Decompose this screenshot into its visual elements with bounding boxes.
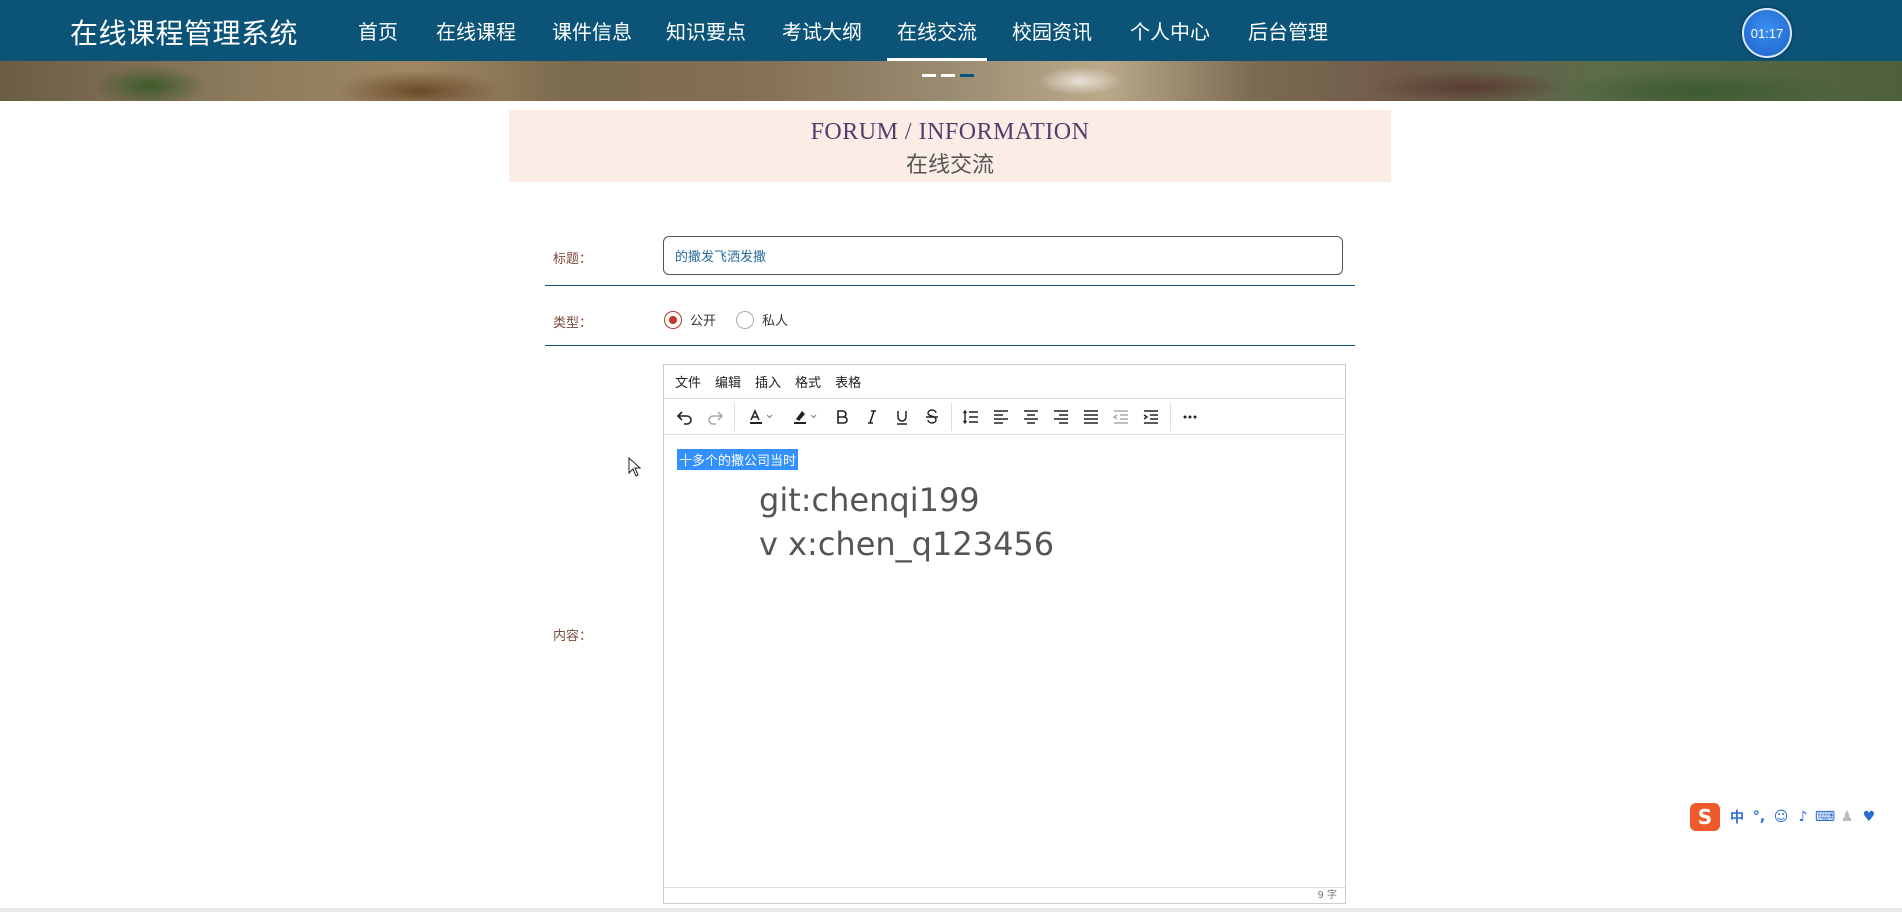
radio-label-public: 公开 (690, 314, 717, 329)
sogou-logo-icon[interactable]: S (1690, 803, 1720, 831)
ime-toolbar: S 中 °, ☺ ♪ ⌨ ♟ ♥ (1690, 801, 1902, 833)
section-title-en: FORUM / INFORMATION (810, 119, 1090, 145)
type-radio-private[interactable]: 私人 (736, 310, 788, 329)
toolbar-divider (951, 402, 952, 431)
nav-item-knowledge[interactable]: 知识要点 (666, 16, 746, 45)
editor-content-area[interactable]: 十多个的撒公司当时 git:chenqi199 v x:chen_q123456 (664, 435, 1345, 880)
content-label: 内容： (553, 629, 593, 644)
section-header: FORUM / INFORMATION 在线交流 (509, 110, 1391, 182)
nav-item-forum[interactable]: 在线交流 (887, 16, 987, 61)
menu-format[interactable]: 格式 (795, 372, 821, 391)
chinese-mode-icon[interactable]: 中 (1726, 806, 1748, 828)
site-brand[interactable]: 在线课程管理系统 (70, 12, 298, 52)
strikethrough-icon[interactable] (917, 403, 947, 431)
type-label: 类型： (553, 316, 593, 331)
section-title-cn: 在线交流 (905, 153, 994, 178)
italic-icon[interactable] (857, 403, 887, 431)
word-count: 9 字 (664, 887, 1345, 903)
nav-item-courseware[interactable]: 课件信息 (552, 16, 632, 45)
toolbar-divider (1170, 402, 1171, 431)
nav-item-exam-outline[interactable]: 考试大纲 (782, 16, 862, 45)
type-radio-group: 公开 私人 (664, 310, 808, 329)
redo-icon[interactable] (700, 403, 730, 431)
indent-icon[interactable] (1136, 403, 1166, 431)
content-line: v x:chen_q123456 (759, 525, 1055, 563)
nav-item-campus-news[interactable]: 校园资讯 (1012, 16, 1092, 45)
undo-icon[interactable] (670, 403, 700, 431)
editor-toolbar (664, 399, 1345, 435)
menu-table[interactable]: 表格 (835, 372, 861, 391)
rich-text-editor: 文件 编辑 插入 格式 表格 十多个的撒公司当时 git:chenqi199 v… (663, 364, 1346, 904)
title-label: 标题： (553, 252, 593, 267)
nav-item-profile[interactable]: 个人中心 (1130, 16, 1210, 45)
menu-edit[interactable]: 编辑 (715, 372, 741, 391)
editor-menubar: 文件 编辑 插入 格式 表格 (664, 365, 1345, 399)
microphone-icon[interactable]: ♪ (1792, 806, 1814, 828)
radio-unchecked-icon[interactable] (736, 310, 755, 329)
banner-image (0, 61, 1902, 101)
top-nav: 在线课程管理系统 首页 在线课程 课件信息 知识要点 考试大纲 在线交流 校园资… (0, 0, 1902, 61)
align-left-icon[interactable] (986, 403, 1016, 431)
outdent-icon[interactable] (1106, 403, 1136, 431)
bold-icon[interactable] (827, 403, 857, 431)
line-height-icon[interactable] (956, 403, 986, 431)
menu-file[interactable]: 文件 (675, 372, 701, 391)
banner-pagination (922, 74, 974, 77)
align-right-icon[interactable] (1046, 403, 1076, 431)
radio-label-private: 私人 (762, 314, 789, 329)
selected-text: 十多个的撒公司当时 (677, 449, 799, 470)
page-bottom-edge (0, 908, 1902, 912)
menu-insert[interactable]: 插入 (755, 372, 781, 391)
align-center-icon[interactable] (1016, 403, 1046, 431)
radio-checked-icon[interactable] (664, 310, 682, 329)
emoji-icon[interactable]: ☺ (1770, 806, 1792, 828)
punctuation-icon[interactable]: °, (1748, 806, 1770, 828)
title-input[interactable] (663, 236, 1343, 275)
type-radio-public[interactable]: 公开 (664, 310, 716, 329)
underline-icon[interactable] (887, 403, 917, 431)
nav-item-home[interactable]: 首页 (358, 16, 398, 45)
timer-badge: 01:17 (1742, 8, 1792, 58)
mouse-cursor-icon (628, 457, 642, 477)
text-color-icon[interactable] (739, 403, 783, 431)
banner-dot[interactable] (922, 74, 936, 77)
form-row-title: 标题： (545, 232, 1355, 286)
skin-icon[interactable]: ♥ (1858, 806, 1880, 828)
nav-item-admin[interactable]: 后台管理 (1248, 16, 1328, 45)
nav-item-courses[interactable]: 在线课程 (436, 16, 516, 45)
content-line: git:chenqi199 (759, 481, 980, 519)
banner-dot-current[interactable] (960, 74, 974, 77)
more-icon[interactable] (1175, 403, 1205, 431)
highlight-color-icon[interactable] (783, 403, 827, 431)
toolbar-divider (734, 402, 735, 431)
form-row-type: 类型： 公开 私人 (545, 296, 1355, 346)
align-justify-icon[interactable] (1076, 403, 1106, 431)
keyboard-icon[interactable]: ⌨ (1814, 806, 1836, 828)
banner-dot[interactable] (941, 74, 955, 77)
user-icon[interactable]: ♟ (1836, 806, 1858, 828)
